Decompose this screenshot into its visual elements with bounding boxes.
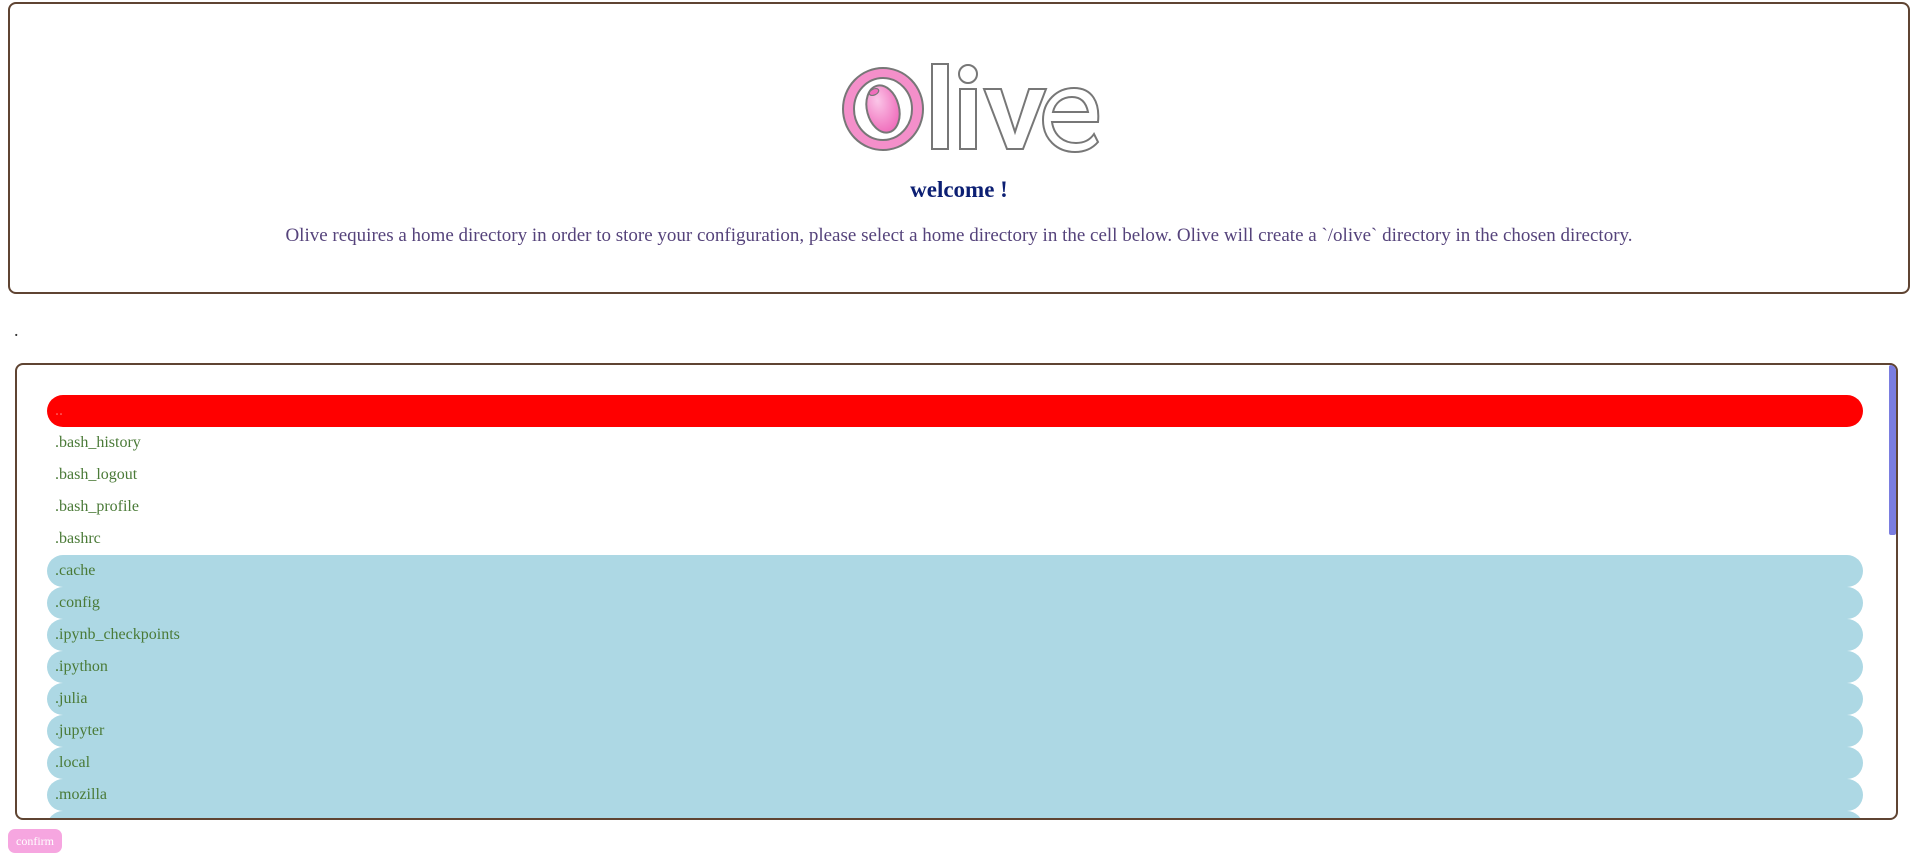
file-item[interactable]: .bash_profile [47,491,1863,523]
confirm-button[interactable]: confirm [8,829,62,853]
directory-item[interactable]: .cache [47,555,1863,587]
current-path: . [14,320,19,340]
welcome-heading: welcome ! [910,177,1008,202]
directory-item[interactable]: .ipynb_checkpoints [47,619,1863,651]
file-item[interactable]: .bash_history [47,427,1863,459]
file-list: .. .bash_history .bash_logout .bash_profile… [47,395,1863,818]
directory-item[interactable]: .julia [47,683,1863,715]
directory-item[interactable]: .local [47,747,1863,779]
file-item[interactable]: .bash_logout [47,459,1863,491]
directory-item[interactable]: .mozilla [47,779,1863,811]
parent-directory-item[interactable]: .. [47,395,1863,427]
scrollbar[interactable] [1889,365,1896,535]
file-browser[interactable]: .. .bash_history .bash_logout .bash_profile… [15,363,1898,820]
directory-item[interactable]: .config [47,587,1863,619]
directory-item[interactable] [47,811,1863,818]
welcome-card: welcome ! Olive requires a home director… [8,2,1910,294]
directory-item[interactable]: .jupyter [47,715,1863,747]
olive-logo [842,63,1100,154]
directory-item[interactable]: .ipython [47,651,1863,683]
description-text: Olive requires a home directory in order… [285,225,1633,246]
file-item[interactable]: .bashrc [47,523,1863,555]
